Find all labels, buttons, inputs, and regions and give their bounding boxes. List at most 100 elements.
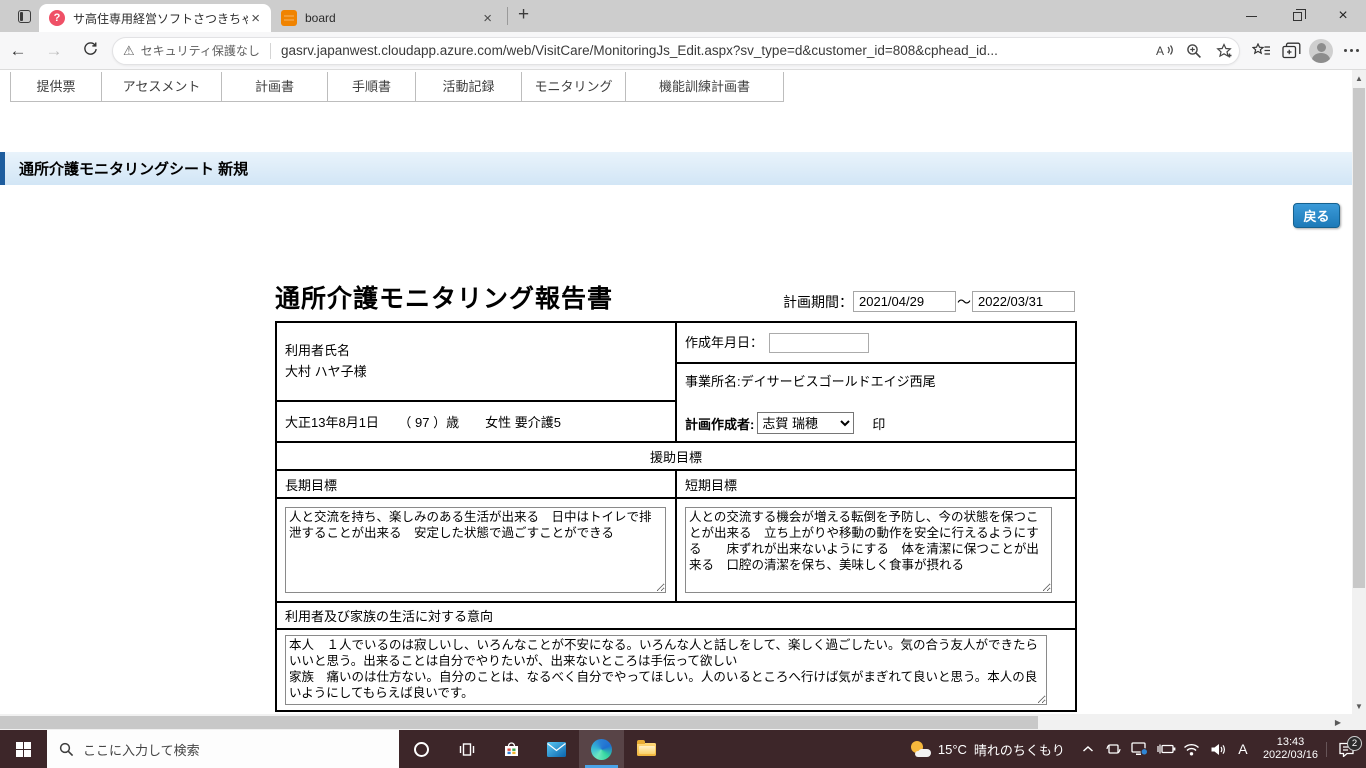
browser-tab-active[interactable]: ? サ高住専用経営ソフトさつきちゃん ×	[39, 4, 271, 32]
close-button[interactable]: ×	[1320, 0, 1366, 32]
weather-temp: 15°C	[937, 741, 967, 757]
collections-icon	[1281, 42, 1300, 59]
start-button[interactable]	[0, 730, 47, 768]
cortana-button[interactable]	[399, 730, 444, 768]
report-title: 通所介護モニタリング報告書	[275, 285, 614, 313]
tab-actions-icon	[17, 9, 31, 23]
nav-tab-assessment[interactable]: アセスメント	[102, 72, 222, 102]
restore-button[interactable]	[1274, 0, 1320, 32]
mail-button[interactable]	[534, 730, 579, 768]
plan-period: 計画期間： ～	[783, 291, 1075, 315]
address-bar[interactable]: ⚠ セキュリティ保護なし gasrv.japanwest.cloudapp.az…	[112, 36, 1240, 65]
task-view-icon	[459, 742, 474, 756]
taskbar-clock[interactable]: 13:43 2022/03/16	[1255, 736, 1326, 762]
weather-widget[interactable]: 15°C 晴れのちくもり	[901, 740, 1075, 759]
office-cell: 事業所名:デイサービスゴールドエイジ西尾 計画作成者: 志賀 瑞穂 印	[675, 362, 1077, 443]
back-nav-button[interactable]: ←	[0, 41, 36, 61]
profile-button[interactable]	[1306, 38, 1336, 63]
search-icon	[59, 742, 74, 756]
nav-tab-tejunsho[interactable]: 手順書	[328, 72, 416, 102]
url-text[interactable]: gasrv.japanwest.cloudapp.azure.com/web/V…	[271, 43, 1149, 58]
rotation-lock-icon	[1106, 744, 1121, 754]
short-term-label: 短期目標	[675, 469, 1077, 499]
report-header: 通所介護モニタリング報告書 計画期間： ～	[275, 275, 1075, 315]
support-goal-header: 援助目標	[275, 441, 1077, 471]
created-date-cell: 作成年月日：	[675, 321, 1077, 364]
speaker-icon	[1211, 743, 1225, 755]
nav-tab-katsudokiroku[interactable]: 活動記録	[416, 72, 522, 102]
nav-tab-kunren-keikaku[interactable]: 機能訓練計画書	[626, 72, 784, 102]
file-explorer-button[interactable]	[624, 730, 669, 768]
hidden-icons-button[interactable]	[1075, 745, 1101, 753]
window-controls: ×	[1228, 0, 1366, 32]
taskbar-search[interactable]: ここに入力して検索	[47, 730, 399, 768]
favorites-bar-button[interactable]	[1246, 43, 1276, 58]
browser-tab-inactive[interactable]: board ×	[271, 4, 503, 32]
office-name: 事業所名:デイサービスゴールドエイジ西尾	[685, 374, 936, 389]
nav-tab-monitoring[interactable]: モニタリング	[522, 72, 626, 102]
horizontal-scrollbar[interactable]: ▶	[0, 714, 1366, 730]
settings-menu-button[interactable]	[1336, 49, 1366, 52]
nav-tab-teikyohyo[interactable]: 提供票	[10, 72, 102, 102]
created-date-input[interactable]	[768, 332, 869, 353]
page-title-bar: 通所介護モニタリングシート 新規	[0, 152, 1352, 185]
tab-actions-button[interactable]	[9, 3, 39, 29]
browser-tab-bar: ? サ高住専用経営ソフトさつきちゃん × board × + ×	[0, 0, 1366, 32]
intention-textarea[interactable]: 本人 １人でいるのは寂しいし、いろんなことが不安になる。いろんな人と話しをして、…	[285, 635, 1047, 705]
read-aloud-button[interactable]: A	[1149, 43, 1179, 58]
favorite-star-icon	[1215, 42, 1232, 57]
tab-separator	[507, 7, 508, 25]
monitoring-report: 通所介護モニタリング報告書 計画期間： ～ 利用者氏名 大村 ハヤ子様 作成	[275, 275, 1077, 712]
created-date-label: 作成年月日：	[685, 335, 764, 351]
new-tab-button[interactable]: +	[512, 4, 541, 29]
folder-icon	[637, 739, 656, 756]
clock-time: 13:43	[1276, 736, 1305, 748]
store-button[interactable]	[489, 730, 534, 768]
plan-period-to-input[interactable]	[972, 291, 1075, 312]
page-title: 通所介護モニタリングシート 新規	[19, 161, 249, 178]
tab-close-icon[interactable]: ×	[248, 11, 263, 26]
task-view-button[interactable]	[444, 730, 489, 768]
vertical-scroll-thumb[interactable]	[1353, 88, 1365, 588]
long-term-goal-textarea[interactable]: 人と交流を持ち、楽しみのある生活が出来る 日中はトイレで排泄することが出来る 安…	[285, 507, 666, 593]
screen: ? サ高住専用経営ソフトさつきちゃん × board × + × ← → ⚠ セ…	[0, 0, 1366, 768]
scroll-down-arrow-icon[interactable]: ▼	[1352, 698, 1366, 714]
long-term-cell: 人と交流を持ち、楽しみのある生活が出来る 日中はトイレで排泄することが出来る 安…	[275, 497, 677, 603]
minimize-button[interactable]	[1228, 0, 1274, 32]
planner-select[interactable]: 志賀 瑞穂	[757, 412, 855, 434]
refresh-button[interactable]	[72, 41, 108, 61]
ime-indicator[interactable]: A	[1231, 741, 1255, 757]
volume-button[interactable]	[1205, 743, 1231, 756]
nav-tab-keikakusho[interactable]: 計画書	[222, 72, 328, 102]
tablet-mode-button[interactable]	[1101, 742, 1127, 756]
add-favorite-button[interactable]	[1209, 42, 1239, 59]
battery-button[interactable]	[1153, 743, 1179, 755]
browser-toolbar: ← → ⚠ セキュリティ保護なし gasrv.japanwest.cloudap…	[0, 32, 1366, 70]
ellipsis-icon	[1343, 49, 1359, 52]
refresh-icon	[83, 41, 97, 55]
plan-period-from-input[interactable]	[853, 291, 956, 312]
security-indicator[interactable]: ⚠ セキュリティ保護なし	[113, 42, 270, 59]
zoom-button[interactable]	[1179, 43, 1209, 59]
tab-close-icon[interactable]: ×	[480, 11, 495, 26]
tab-title: サ高住専用経営ソフトさつきちゃん	[73, 11, 249, 26]
scroll-up-arrow-icon[interactable]: ▲	[1352, 70, 1366, 86]
scroll-right-arrow-icon[interactable]: ▶	[1330, 714, 1346, 730]
short-term-goal-textarea[interactable]: 人との交流する機会が増える転倒を予防し、今の状態を保つことが出来る 立ち上がりや…	[685, 507, 1052, 593]
planner-row: 計画作成者: 志賀 瑞穂 印	[685, 412, 1067, 434]
collections-button[interactable]	[1276, 42, 1306, 59]
tab-title: board	[305, 11, 336, 25]
forward-nav-button[interactable]: →	[36, 41, 72, 61]
notification-center-button[interactable]: 2	[1326, 735, 1366, 757]
vertical-scrollbar[interactable]: ▲ ▼	[1352, 70, 1366, 714]
zoom-in-icon	[1187, 43, 1201, 58]
report-table: 利用者氏名 大村 ハヤ子様 作成年月日： 事業所名:デイサービスゴールドエイジ西…	[275, 321, 1077, 712]
edge-taskbar-button[interactable]	[579, 730, 624, 768]
horizontal-scroll-thumb[interactable]	[0, 715, 1038, 729]
chevron-up-icon	[1082, 745, 1093, 752]
display-connect-button[interactable]	[1127, 742, 1153, 756]
battery-plug-icon	[1157, 744, 1176, 754]
back-button[interactable]: 戻る	[1293, 203, 1340, 228]
short-term-cell: 人との交流する機会が増える転倒を予防し、今の状態を保つことが出来る 立ち上がりや…	[675, 497, 1077, 603]
wifi-button[interactable]	[1179, 743, 1205, 756]
